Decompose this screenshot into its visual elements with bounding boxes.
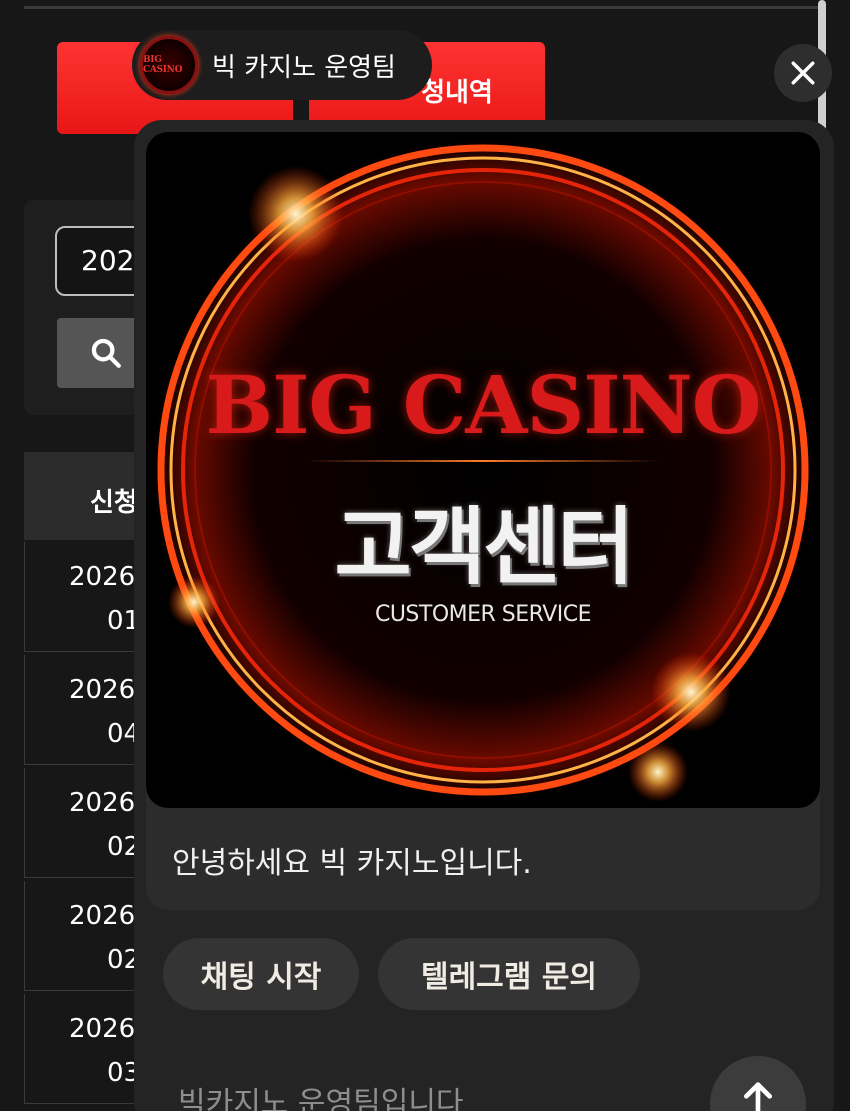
agent-name: 빅 카지노 운영팀 [212, 52, 396, 83]
arrow-up-icon [744, 1082, 772, 1111]
customer-service-banner: BIG CASINO 고객센터 CUSTOMER SERVICE [146, 132, 820, 808]
greeting-message: 안녕하세요 빅 카지노입니다. [172, 846, 532, 881]
close-button[interactable] [774, 44, 832, 102]
start-chat-button[interactable]: 채팅 시작 [163, 938, 359, 1010]
row-date: 2026 [69, 675, 136, 705]
agent-avatar: BIG CASINO [140, 36, 198, 94]
top-divider [24, 6, 824, 9]
page: 청내역 2026 신청 2026 01 2026 04 2026 02 2026 02 … [0, 0, 850, 1111]
next-message-preview: 빅카지노 운영팀입니다 [178, 1086, 464, 1111]
banner-divider [306, 460, 660, 462]
tab-button-2-label: 청내역 [421, 77, 493, 108]
row-date: 2026 [69, 1014, 136, 1044]
chat-agent-chip: BIG CASINO 빅 카지노 운영팀 [132, 30, 432, 100]
row-date: 2026 [69, 901, 136, 931]
close-icon [791, 61, 815, 85]
telegram-inquiry-button[interactable]: 텔레그램 문의 [378, 938, 640, 1010]
message-card: BIG CASINO 고객센터 CUSTOMER SERVICE 안녕하세요 빅… [146, 132, 820, 910]
start-chat-label: 채팅 시작 [200, 960, 322, 995]
avatar-logo-text: BIG CASINO [143, 55, 183, 75]
telegram-inquiry-label: 텔레그램 문의 [420, 960, 598, 995]
brand-logo-text: BIG CASINO [205, 358, 762, 452]
row-date: 2026 [69, 562, 136, 592]
search-icon [91, 338, 121, 368]
table-header-label: 신청 [90, 488, 138, 518]
glow-ring-graphic [153, 140, 813, 802]
row-date: 2026 [69, 788, 136, 818]
banner-title: 고객센터 [334, 498, 634, 596]
banner-subtitle: CUSTOMER SERVICE [374, 602, 592, 627]
